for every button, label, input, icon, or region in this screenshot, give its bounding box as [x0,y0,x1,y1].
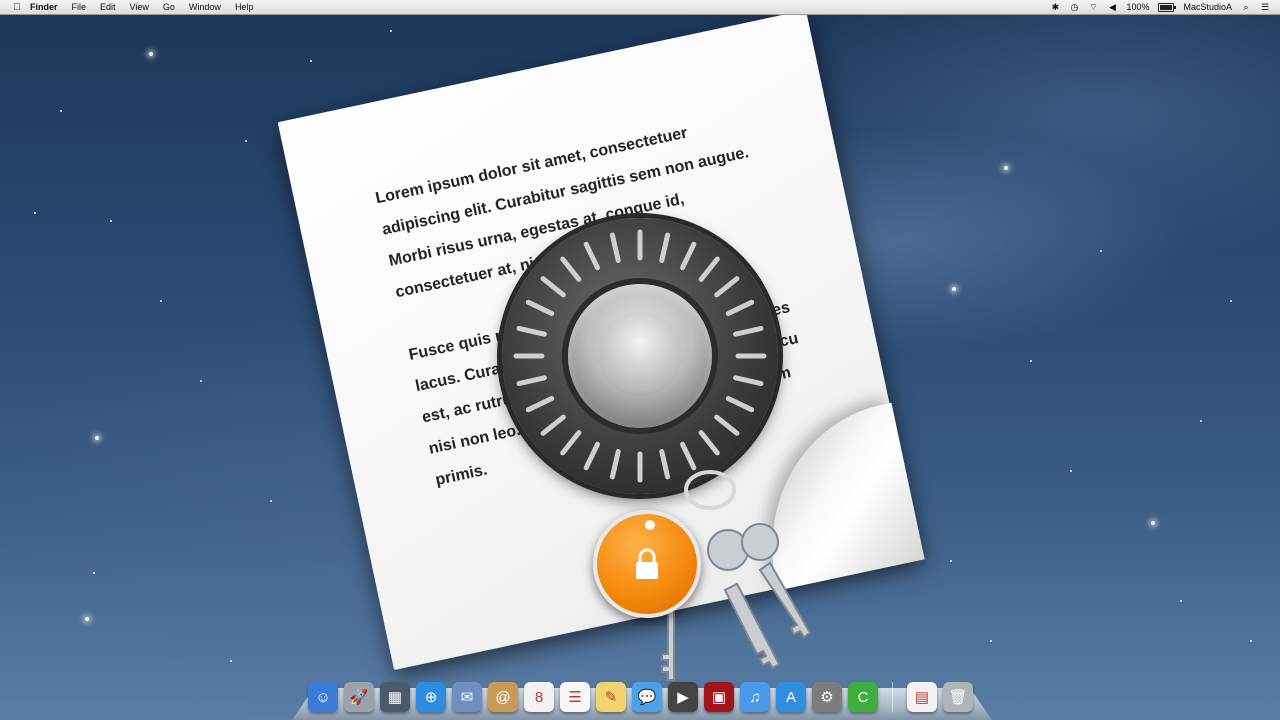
dial-tick [714,414,740,436]
menu-file[interactable]: File [72,2,87,12]
star [1180,600,1182,602]
dial-tick [560,430,582,456]
apple-icon[interactable]:  [12,2,22,13]
star [950,560,952,562]
star [990,640,992,642]
menu-go[interactable]: Go [163,2,175,12]
star [952,287,956,291]
contacts-icon[interactable]: @ [488,682,518,712]
dial-tick [609,232,621,263]
dial-tick [733,325,764,337]
star [1230,300,1232,302]
lock-tag [593,510,701,618]
reminders-icon[interactable]: ☰ [560,682,590,712]
star [1151,521,1155,525]
dial-tick [733,375,764,387]
menu-edit[interactable]: Edit [100,2,116,12]
system-preferences-icon[interactable]: ⚙ [812,682,842,712]
star [1070,470,1072,472]
messages-icon[interactable]: 💬 [632,682,662,712]
star [1250,640,1252,642]
calendar-icon[interactable]: 8 [524,682,554,712]
menu-help[interactable]: Help [235,2,254,12]
dial-tick [725,396,755,413]
notes-icon[interactable]: ✎ [596,682,626,712]
menu-window[interactable]: Window [189,2,221,12]
trash-icon[interactable]: 🗑 [943,682,973,712]
finder-icon[interactable]: ☺ [308,682,338,712]
bluetooth-icon[interactable]: ✱ [1050,2,1060,12]
status-area: ✱ ◷ ⌔ ◀ 100% MacStudioA ⌕ ☰ [1050,2,1280,13]
spotlight-icon[interactable]: ⌕ [1241,2,1251,12]
dial-tick [516,375,547,387]
document-icon[interactable]: ▤ [907,682,937,712]
dock: ☺ 🚀 ▦ ⊕ ✉ @8 ☰ ✎ 💬 ▶ ▣ ♫ A ⚙ C ▤ 🗑 [308,676,973,712]
star [149,52,153,56]
dial-tick [725,299,755,316]
star [110,220,112,222]
star [1004,166,1008,170]
star [34,212,36,214]
camtasia-icon[interactable]: C [848,682,878,712]
app-store-icon[interactable]: A [776,682,806,712]
star [270,500,272,502]
star [93,572,95,574]
battery-percent: 100% [1126,2,1150,12]
dial-tick [525,299,555,316]
user-name[interactable]: MacStudioA [1183,2,1232,12]
dial-tick [540,414,566,436]
volume-icon[interactable]: ◀ [1107,2,1117,12]
star [60,110,62,112]
launchpad-icon[interactable]: 🚀 [344,682,374,712]
dock-separator [892,682,893,712]
menu-app-name[interactable]: Finder [30,2,58,12]
star [245,140,247,142]
star [95,436,99,440]
star [1200,420,1202,422]
menu-view[interactable]: View [130,2,149,12]
star [390,30,392,32]
time-machine-icon[interactable]: ◷ [1069,2,1079,12]
battery-icon[interactable] [1158,2,1177,12]
photo-booth-icon[interactable]: ▣ [704,682,734,712]
itunes-icon[interactable]: ♫ [740,682,770,712]
dial-tick [583,241,600,271]
dial-tick [698,430,720,456]
star [1030,360,1032,362]
mission-control-icon[interactable]: ▦ [380,682,410,712]
star [160,300,162,302]
dial-tick [525,396,555,413]
dial-tick [560,256,582,282]
star [230,660,232,662]
star [85,617,89,621]
facetime-icon[interactable]: ▶ [668,682,698,712]
star [310,60,312,62]
lock-icon [636,548,658,579]
dial-tick [714,276,740,298]
dial-tick [583,441,600,471]
dial-tick [609,449,621,480]
mail-icon[interactable]: ✉ [452,682,482,712]
star [1100,250,1102,252]
notification-center-icon[interactable]: ☰ [1260,2,1270,12]
safari-icon[interactable]: ⊕ [416,682,446,712]
star [200,380,202,382]
dial-tick [698,256,720,282]
dial-tick [680,441,697,471]
menu-bar:  Finder File Edit View Go Window Help ✱… [0,0,1280,15]
dial-tick [516,325,547,337]
wifi-icon[interactable]: ⌔ [1088,2,1098,12]
dial-tick [659,232,671,263]
dial-core [598,312,682,396]
dial-tick [680,241,697,271]
dial-tick [540,276,566,298]
